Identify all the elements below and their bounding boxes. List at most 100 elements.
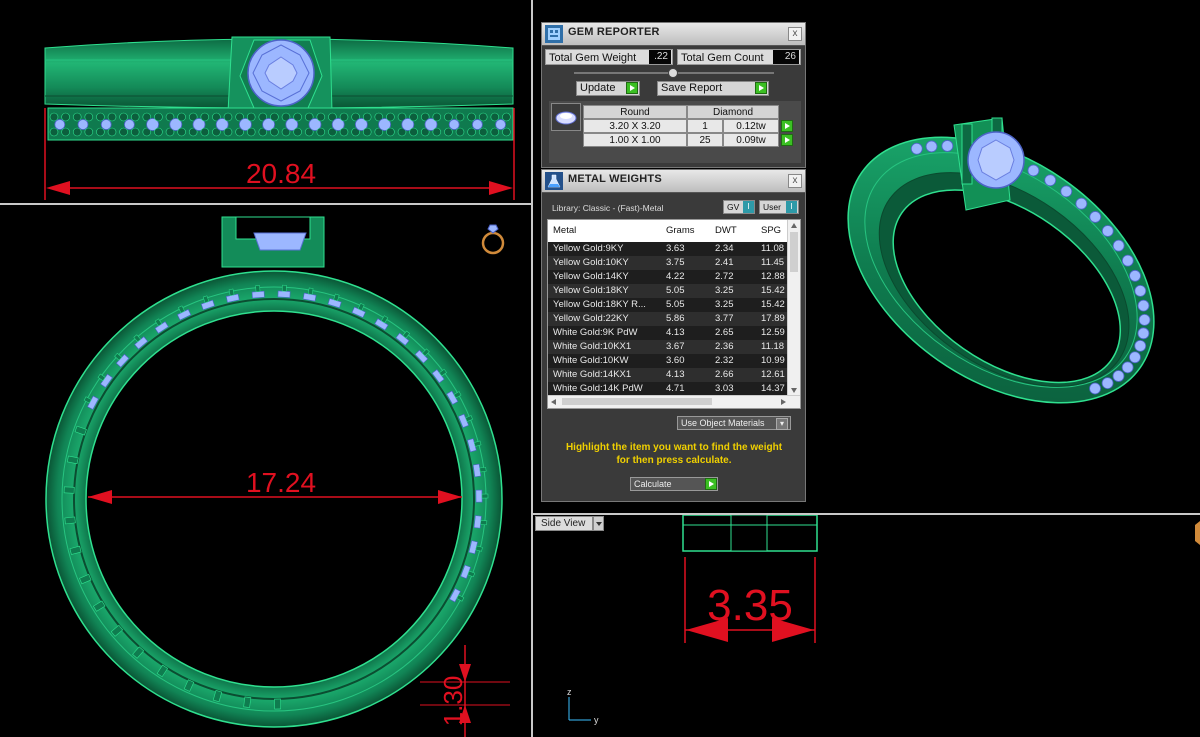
column-header[interactable]: Grams [666, 220, 695, 242]
scroll-up-icon[interactable] [791, 223, 797, 228]
calculate-go-icon[interactable] [705, 478, 717, 490]
ring-side-view: 3.35 z y [567, 515, 1200, 725]
scroll-left-icon[interactable] [551, 399, 556, 405]
table-cell-grams: 4.71 [666, 383, 685, 394]
table-cell-grams: 5.86 [666, 313, 685, 324]
table-row[interactable]: Yellow Gold:22KY 5.86 3.77 17.89 [548, 312, 789, 326]
table-row[interactable]: White Gold:9K PdW 4.13 2.65 12.59 [548, 326, 789, 340]
chevron-down-icon[interactable]: ▾ [776, 418, 788, 430]
table-row[interactable]: Yellow Gold:9KY 3.63 2.34 11.08 [548, 242, 789, 256]
viewport-top[interactable]: 20.84 [0, 0, 531, 203]
viewport-perspective[interactable] [806, 0, 1200, 513]
gem-weight-cell: 0.09tw [723, 133, 779, 147]
calculate-hint: Highlight the item you want to find the … [548, 441, 800, 467]
table-cell-dwt: 2.65 [715, 327, 734, 338]
scroll-thumb[interactable] [562, 398, 712, 405]
table-cell-dwt: 2.36 [715, 341, 734, 352]
chevron-down-icon[interactable] [593, 516, 604, 531]
ring-perspective-view [847, 117, 1155, 404]
gem-reporter-titlebar[interactable]: GEM REPORTER x [542, 23, 805, 46]
scroll-thumb[interactable] [790, 232, 798, 272]
gem-shape-header: Round [583, 105, 687, 119]
table-cell-metal: Yellow Gold:9KY [553, 243, 624, 254]
table-row[interactable]: White Gold:14KX1 4.13 2.66 12.61 [548, 368, 789, 382]
hint-line: Highlight the item you want to find the … [565, 442, 783, 453]
table-row[interactable]: Yellow Gold:18KY R... 5.05 3.25 15.42 [548, 298, 789, 312]
gem-type-header: Diamond [687, 105, 779, 119]
table-cell-dwt: 3.03 [715, 383, 734, 394]
user-indicator[interactable]: I [786, 201, 797, 213]
close-icon[interactable]: x [788, 27, 802, 41]
table-row[interactable]: Yellow Gold:14KY 4.22 2.72 12.88 [548, 270, 789, 284]
table-cell-dwt: 3.25 [715, 285, 734, 296]
table-cell-metal: White Gold:10KW [553, 355, 629, 366]
table-cell-metal: Yellow Gold:18KY [553, 285, 629, 296]
table-cell-grams: 3.75 [666, 257, 685, 268]
metal-weights-title: METAL WEIGHTS [568, 173, 662, 185]
metal-weights-table[interactable]: Metal Grams DWT SPG Yellow Gold:9KY 3.63 2… [547, 219, 801, 409]
gem-reporter-title: GEM REPORTER [568, 26, 660, 38]
viewport-side[interactable]: 3.35 z y [533, 515, 1200, 737]
gem-size-cell: 3.20 X 3.20 [583, 119, 687, 133]
gem-table: Round Diamond 3.20 X 3.20 1 0.12tw 1.00 … [549, 101, 801, 163]
column-header[interactable]: DWT [715, 220, 737, 242]
table-cell-metal: White Gold:10KX1 [553, 341, 632, 352]
table-row[interactable]: White Gold:10KW 3.60 2.32 10.99 [548, 354, 789, 368]
table-cell-dwt: 2.34 [715, 243, 734, 254]
table-row[interactable]: White Gold:14K PdW 4.71 3.03 14.37 [548, 382, 789, 396]
table-cell-grams: 4.13 [666, 369, 685, 380]
gem-thumbnail [551, 103, 581, 131]
close-icon[interactable]: x [788, 174, 802, 188]
ring-front-view: 17.24 1.30 [45, 216, 510, 737]
save-report-button[interactable]: Save Report [657, 81, 769, 96]
column-header[interactable]: SPG [761, 220, 781, 242]
scroll-right-icon[interactable] [781, 399, 786, 405]
table-cell-dwt: 3.25 [715, 299, 734, 310]
table-row[interactable]: White Gold:10KX1 3.67 2.36 11.18 [548, 340, 789, 354]
table-cell-metal: Yellow Gold:14KY [553, 271, 629, 282]
gem-reporter-icon [545, 25, 563, 43]
side-view-selector[interactable]: Side View [535, 516, 593, 531]
split-slider[interactable] [574, 68, 774, 78]
metal-weights-titlebar[interactable]: METAL WEIGHTS x [542, 170, 805, 193]
save-report-go-icon[interactable] [755, 82, 767, 94]
materials-dropdown-label: Use Object Materials [681, 418, 765, 428]
vertical-scrollbar[interactable] [787, 220, 800, 397]
table-cell-grams: 4.22 [666, 271, 685, 282]
column-header[interactable]: Metal [553, 220, 576, 242]
scroll-down-icon[interactable] [791, 388, 797, 393]
table-cell-metal: Yellow Gold:22KY [553, 313, 629, 324]
table-cell-grams: 3.63 [666, 243, 685, 254]
table-row[interactable]: Yellow Gold:18KY 5.05 3.25 15.42 [548, 284, 789, 298]
table-cell-dwt: 2.66 [715, 369, 734, 380]
table-cell-metal: Yellow Gold:10KY [553, 257, 629, 268]
table-header: Metal Grams DWT SPG [548, 220, 789, 243]
total-gem-weight-value: .22 [649, 50, 671, 64]
table-cell-grams: 3.60 [666, 355, 685, 366]
gem-row-go-icon[interactable] [781, 134, 793, 146]
table-row[interactable]: Yellow Gold:10KY 3.75 2.41 11.45 [548, 256, 789, 270]
dimension-top-label: 20.84 [246, 158, 316, 189]
library-label: Library: Classic - (Fast)-Metal [552, 203, 664, 213]
gem-size-cell: 1.00 X 1.00 [583, 133, 687, 147]
horizontal-scrollbar[interactable] [548, 395, 800, 408]
axis-z-label: z [567, 687, 572, 697]
metal-flask-icon [545, 172, 563, 190]
table-cell-grams: 5.05 [666, 299, 685, 310]
materials-dropdown[interactable]: Use Object Materials ▾ [677, 416, 791, 430]
table-cell-grams: 5.05 [666, 285, 685, 296]
dimension-side-label: 3.35 [707, 581, 793, 630]
update-go-icon[interactable] [626, 82, 638, 94]
dimension-band-label: 1.30 [438, 676, 468, 727]
table-cell-dwt: 2.32 [715, 355, 734, 366]
gv-indicator[interactable]: I [743, 201, 754, 213]
round-gem-icon [555, 111, 577, 125]
gem-row-go-icon[interactable] [781, 120, 793, 132]
slider-handle[interactable] [668, 68, 678, 78]
table-cell-grams: 4.13 [666, 327, 685, 338]
viewport-front[interactable]: 17.24 1.30 [0, 205, 531, 737]
dimension-inner-label: 17.24 [246, 467, 316, 498]
table-cell-metal: White Gold:14K PdW [553, 383, 643, 394]
ring-top-view: 20.84 [44, 36, 515, 200]
axis-y-label: y [594, 715, 599, 725]
